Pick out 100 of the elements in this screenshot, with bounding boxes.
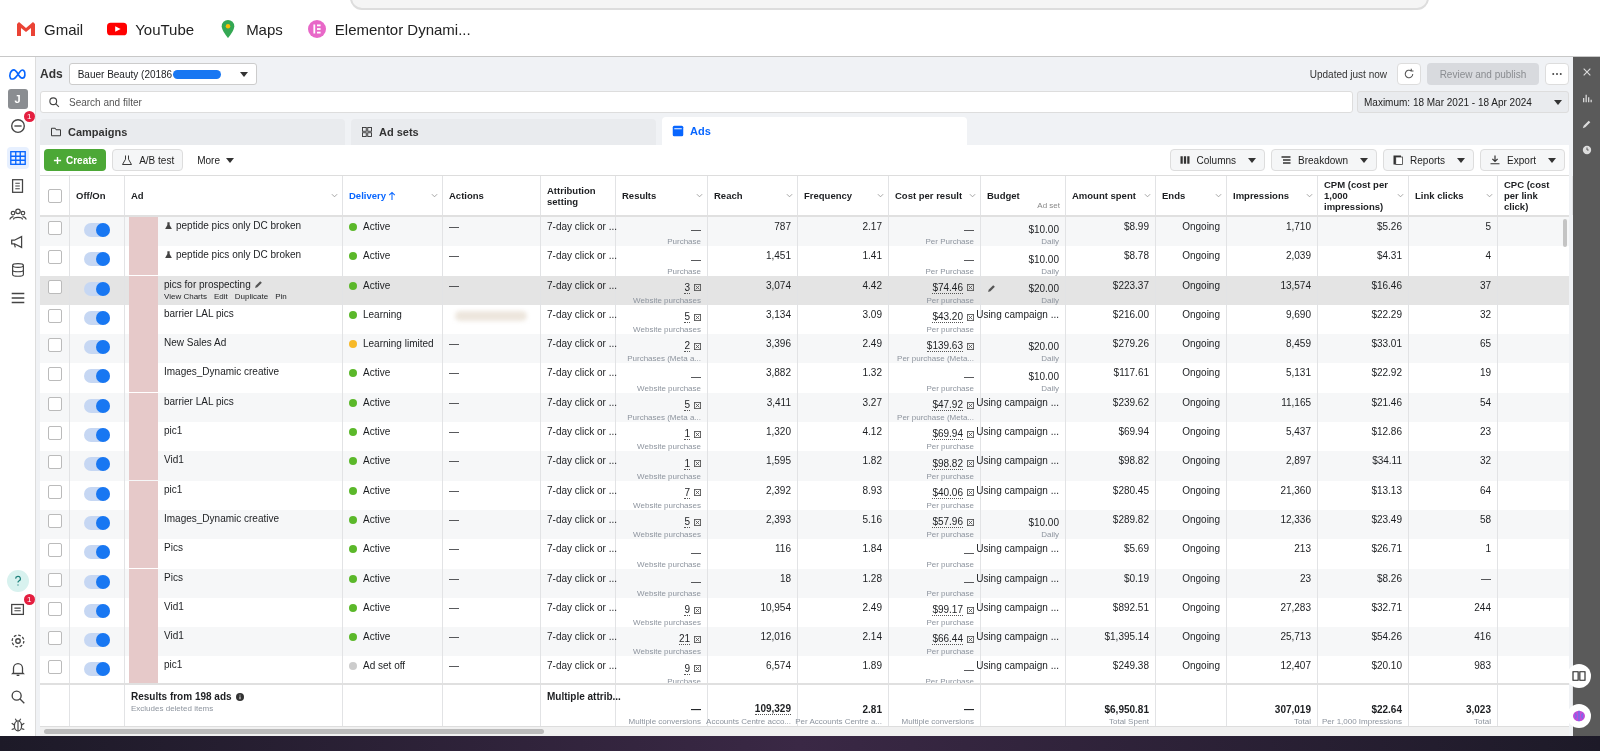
toggle-switch[interactable]	[84, 428, 110, 443]
help-button[interactable]	[6, 570, 29, 592]
column-header[interactable]: Ad	[131, 190, 144, 201]
row-checkbox[interactable]	[47, 426, 62, 441]
horizontal-scrollbar[interactable]	[40, 726, 1569, 736]
column-header[interactable]: Delivery	[349, 190, 386, 201]
more-dropdown[interactable]: More	[189, 154, 242, 166]
toggle-switch[interactable]	[84, 398, 110, 413]
pencil-icon[interactable]	[987, 283, 996, 293]
clock-icon[interactable]	[1581, 145, 1592, 155]
toggle-switch[interactable]	[84, 662, 110, 677]
toggle-switch[interactable]	[84, 369, 110, 384]
column-header[interactable]: Reach	[714, 190, 743, 201]
row-checkbox[interactable]	[47, 308, 62, 323]
column-header[interactable]: Actions	[449, 190, 484, 201]
breakdown-dropdown[interactable]: Breakdown	[1271, 149, 1378, 171]
date-range-dropdown[interactable]: Maximum: 18 Mar 2021 - 18 Apr 2024	[1357, 91, 1569, 113]
table-cell: $20.10	[1371, 660, 1402, 672]
toggle-switch[interactable]	[84, 603, 110, 618]
ad-name[interactable]: Pics	[164, 542, 183, 554]
column-header[interactable]: Cost per result	[895, 190, 963, 201]
row-checkbox[interactable]	[47, 455, 62, 470]
column-header[interactable]: CPC (cost per link click)	[1504, 179, 1558, 212]
row-action-link[interactable]: Pin	[275, 291, 287, 301]
scrollbar-thumb[interactable]	[1563, 219, 1567, 247]
column-header[interactable]: Ends	[1162, 190, 1186, 201]
row-checkbox[interactable]	[47, 543, 62, 558]
row-action-link[interactable]: View Charts	[164, 291, 207, 301]
pencil-icon[interactable]	[253, 279, 263, 289]
toggle-switch[interactable]	[84, 340, 110, 355]
ad-name[interactable]: Vid1	[164, 454, 184, 466]
table-icon[interactable]	[6, 147, 29, 169]
toggle-switch[interactable]	[84, 633, 110, 648]
tab[interactable]: Ads	[662, 117, 967, 145]
column-header[interactable]: Attribution setting	[547, 184, 601, 207]
row-checkbox[interactable]	[47, 484, 62, 499]
pencil-icon[interactable]	[1581, 119, 1592, 129]
bookmark-link[interactable]: Elementor Dynami...	[306, 20, 471, 38]
row-checkbox[interactable]	[47, 601, 62, 616]
row-checkbox[interactable]	[47, 250, 62, 265]
ab-test-button[interactable]: A/B test	[112, 149, 184, 171]
row-checkbox[interactable]	[47, 221, 62, 235]
select-all-checkbox[interactable]	[47, 188, 62, 203]
ad-name[interactable]: Images_Dynamic creative	[164, 512, 280, 524]
ad-name[interactable]: peptide pics only DC broken	[176, 249, 302, 261]
account-dropdown[interactable]: Bauer Beauty (20186	[68, 63, 257, 85]
ad-name[interactable]: peptide pics only DC broken	[176, 220, 302, 231]
ad-name[interactable]: Pics	[164, 571, 183, 583]
ad-name[interactable]: Vid1	[164, 630, 184, 642]
bookmark-link[interactable]: YouTube	[107, 20, 195, 38]
row-checkbox[interactable]	[47, 631, 62, 646]
row-checkbox[interactable]	[47, 396, 62, 411]
row-action-link[interactable]: Duplicate	[234, 291, 269, 301]
row-checkbox[interactable]	[47, 572, 62, 587]
column-header[interactable]: Budget	[987, 190, 1020, 201]
column-header[interactable]: Frequency	[804, 190, 853, 201]
ad-name[interactable]: New Sales Ad	[164, 337, 227, 349]
column-header[interactable]: Link clicks	[1415, 190, 1464, 201]
toggle-switch[interactable]	[84, 574, 110, 589]
toggle-switch[interactable]	[84, 457, 110, 472]
table-cell: —	[449, 543, 459, 555]
columns-dropdown[interactable]: Columns	[1169, 149, 1266, 171]
tab[interactable]: Campaigns	[40, 119, 345, 145]
column-header[interactable]: Impressions	[1233, 190, 1289, 201]
ad-name[interactable]: pic1	[164, 659, 183, 671]
export-dropdown[interactable]: Export	[1480, 149, 1565, 171]
reports-dropdown[interactable]: Reports	[1383, 149, 1475, 171]
row-checkbox[interactable]	[47, 513, 62, 528]
toggle-switch[interactable]	[84, 252, 110, 267]
column-header[interactable]: Amount spent	[1072, 190, 1136, 201]
toggle-switch[interactable]	[84, 515, 110, 530]
column-header[interactable]: Results	[622, 190, 657, 201]
column-header[interactable]: CPM (cost per 1,000 impressions)	[1324, 179, 1394, 212]
more-options-button[interactable]	[1545, 63, 1569, 85]
ad-name[interactable]: pic1	[164, 483, 183, 495]
close-icon[interactable]	[1581, 67, 1592, 77]
row-action-link[interactable]: Edit	[214, 291, 228, 301]
search-field[interactable]: Search and filter	[40, 91, 1353, 113]
ad-name[interactable]: barrier LAL pics	[164, 395, 234, 407]
refresh-button[interactable]	[1397, 63, 1421, 85]
ad-name[interactable]: Vid1	[164, 600, 184, 612]
toggle-switch[interactable]	[84, 223, 110, 237]
row-checkbox[interactable]	[47, 660, 62, 675]
toggle-switch[interactable]	[84, 310, 110, 325]
toggle-switch[interactable]	[84, 545, 110, 560]
bookmark-link[interactable]: Gmail	[16, 20, 84, 38]
ad-name[interactable]: Images_Dynamic creative	[164, 366, 280, 378]
toggle-switch[interactable]	[84, 281, 110, 296]
info-icon[interactable]	[235, 692, 244, 701]
row-checkbox[interactable]	[47, 338, 62, 353]
ad-name[interactable]: pic1	[164, 425, 183, 437]
toggle-switch[interactable]	[84, 486, 110, 501]
tab[interactable]: Ad sets	[351, 119, 656, 145]
row-checkbox[interactable]	[47, 279, 62, 294]
row-checkbox[interactable]	[47, 367, 62, 382]
bar-chart-icon[interactable]	[1581, 93, 1592, 103]
bookmark-link[interactable]: Maps	[218, 20, 283, 38]
column-header[interactable]: Off/On	[76, 190, 106, 201]
ad-name[interactable]: pics for prospecting	[164, 278, 251, 290]
ad-name[interactable]: barrier LAL pics	[164, 307, 234, 319]
